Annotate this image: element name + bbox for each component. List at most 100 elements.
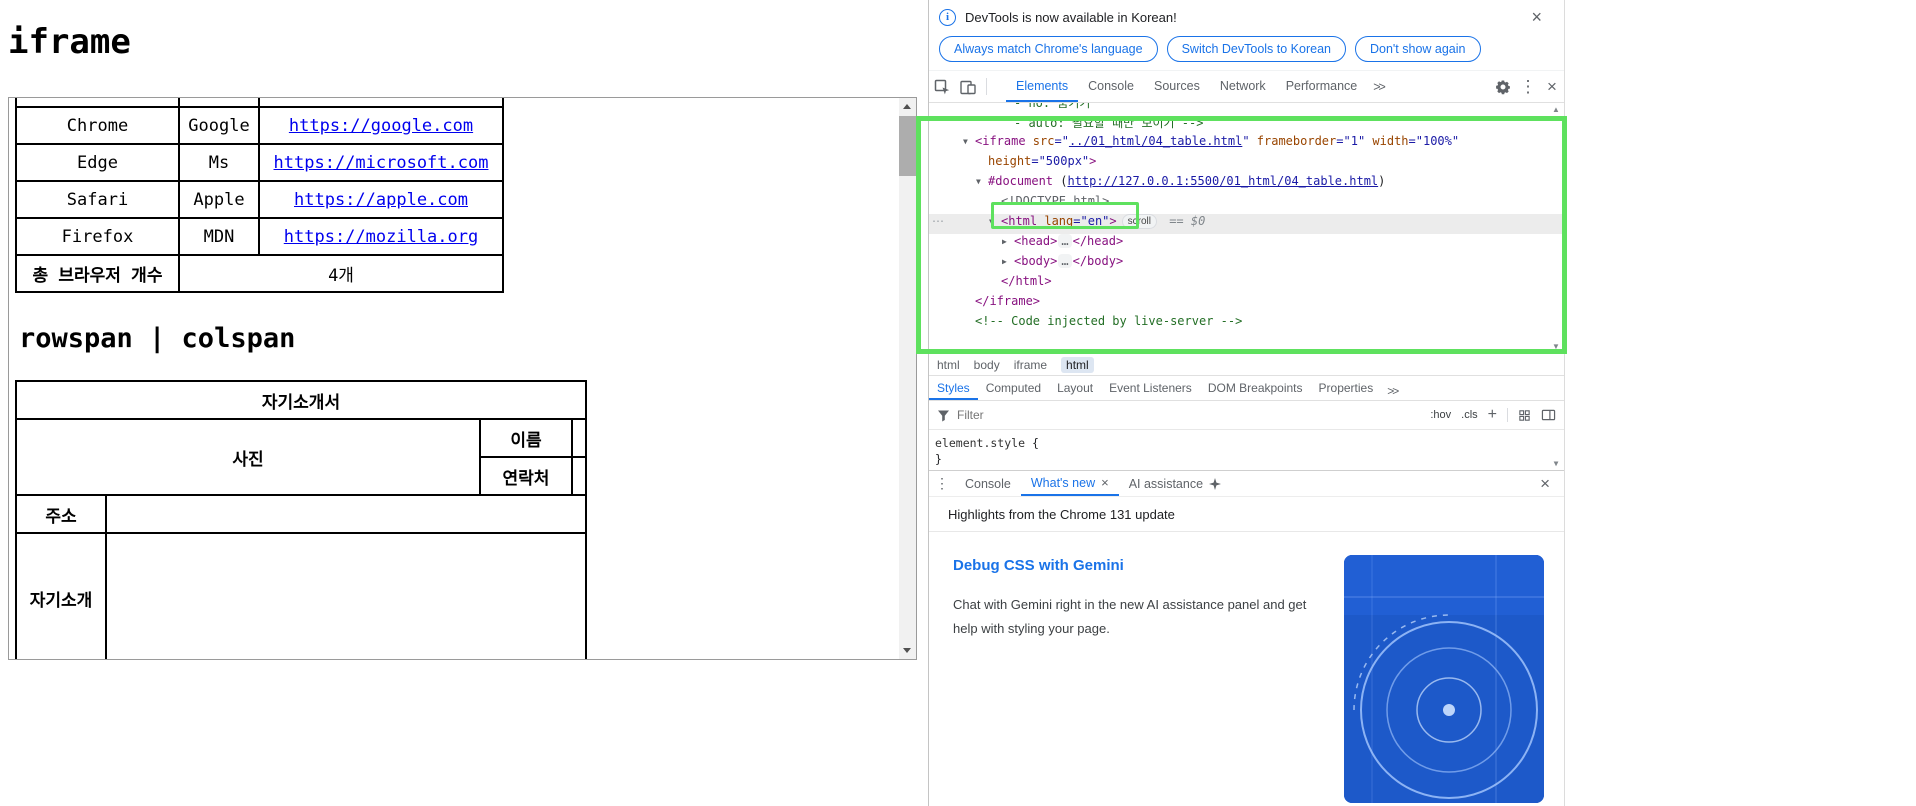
code-token: > — [1089, 154, 1097, 168]
browser-link[interactable]: https://microsoft.com — [274, 153, 489, 173]
browser-table-body: Chrome Google https://google.com Edge Ms http… — [15, 106, 504, 256]
dom-tree-node[interactable]: <!-- Code injected by live-server --> — [929, 314, 1564, 334]
dom-tree-node[interactable]: </iframe> — [929, 294, 1564, 314]
menu-kebab-icon[interactable]: ⋮ — [1516, 77, 1540, 97]
infobar-close-icon[interactable]: × — [1531, 8, 1542, 26]
breadcrumb-item[interactable]: html — [937, 358, 960, 372]
breadcrumb: html body iframe html — [929, 353, 1564, 375]
banner-button[interactable]: Don't show again — [1354, 36, 1481, 62]
cell-maker: Apple — [178, 180, 260, 219]
banner-button[interactable]: Switch DevTools to Korean — [1166, 36, 1346, 62]
devtools-close-icon[interactable]: × — [1540, 77, 1564, 97]
devtools-panel: i DevTools is now available in Korean! ×… — [928, 0, 1565, 806]
dom-tree-node[interactable]: height="500px"> — [929, 154, 1564, 174]
drawer-tab-label: AI assistance — [1128, 476, 1204, 491]
scrollbar-thumb[interactable] — [899, 116, 916, 176]
dom-tree-node[interactable]: - auto: 필요할 때만 보이기 --> — [929, 114, 1564, 134]
drawer-kebab-icon[interactable]: ⋮ — [929, 471, 955, 496]
resource-link[interactable]: ../01_html/04_table.html — [1069, 134, 1242, 148]
grid-overlay-icon[interactable] — [1518, 409, 1531, 422]
browser-link[interactable]: https://google.com — [289, 116, 473, 136]
close-icon[interactable]: × — [1101, 475, 1109, 490]
dom-tree-node[interactable]: <!DOCTYPE html> — [929, 194, 1564, 214]
dom-tree-node[interactable]: ▼ <iframe src="../01_html/04_table.html" … — [929, 134, 1564, 154]
info-icon: i — [939, 8, 956, 26]
expand-arrow-icon[interactable]: ▶ — [1002, 257, 1014, 266]
cell-name: Safari — [15, 180, 180, 219]
section-heading: rowspan | colspan — [19, 323, 296, 354]
cell-maker: Google — [178, 106, 260, 145]
elements-panel: - no: 숨기기 - auto: 필요할 때만 보이기 --> ▼ <iframe … — [929, 103, 1564, 353]
tab-dom-breakpoints[interactable]: DOM Breakpoints — [1200, 376, 1311, 400]
styles-filter-input[interactable] — [957, 408, 1137, 422]
breadcrumb-item[interactable]: body — [974, 358, 1000, 372]
profile-table: 자기소개서 사진 이름 연락처 주소 자기소개 — [15, 380, 587, 659]
style-selector: element.style — [935, 436, 1026, 450]
dom-tree-node[interactable]: ▶ <body>… </body> — [929, 254, 1564, 274]
node-menu-icon[interactable]: ⋯ — [932, 214, 945, 228]
scroll-up-icon[interactable]: ▲ — [1550, 105, 1562, 114]
expand-arrow-icon[interactable]: ▶ — [1002, 237, 1014, 246]
drawer-tab-console[interactable]: Console — [955, 471, 1021, 496]
expand-arrow-icon[interactable]: ▼ — [976, 177, 988, 186]
breadcrumb-item[interactable]: html — [1061, 356, 1094, 373]
drawer-tab-ai-assistance[interactable]: AI assistance — [1119, 471, 1231, 496]
whats-new-card-title[interactable]: Debug CSS with Gemini — [953, 557, 1124, 574]
banner-button[interactable]: Always match Chrome's language — [939, 36, 1158, 62]
summary-value: 4개 — [178, 254, 504, 293]
iframe-scrollbar[interactable] — [899, 98, 916, 659]
resource-link[interactable]: http://127.0.0.1:5500/01_html/04_table.h… — [1067, 174, 1378, 188]
more-tabs-icon[interactable]: >> — [1367, 72, 1390, 102]
expand-arrow-icon[interactable]: ▼ — [963, 137, 975, 146]
breadcrumb-item[interactable]: iframe — [1014, 358, 1047, 372]
expand-arrow-icon[interactable]: ▼ — [989, 217, 1001, 226]
dom-tree-node[interactable]: ⋯ ▼ <html lang="en"> scroll == $0 — [929, 214, 1564, 234]
tab-performance[interactable]: Performance — [1276, 71, 1368, 102]
toggle-hover-state-button[interactable]: :hov — [1430, 409, 1451, 421]
tab-styles[interactable]: Styles — [929, 376, 978, 400]
styles-scrollbar[interactable]: ▼ — [1550, 432, 1562, 468]
code-token: <!-- Code injected by live-server --> — [975, 314, 1243, 328]
scroll-down-icon[interactable] — [899, 642, 916, 659]
scroll-up-icon[interactable] — [899, 98, 916, 115]
tab-network[interactable]: Network — [1210, 71, 1276, 102]
tab-layout[interactable]: Layout — [1049, 376, 1101, 400]
gemini-thumbnail — [1344, 555, 1544, 803]
device-toolbar-icon[interactable] — [955, 71, 981, 103]
tab-elements[interactable]: Elements — [1006, 71, 1079, 102]
computed-sidebar-toggle-icon[interactable] — [1541, 408, 1556, 422]
tab-properties[interactable]: Properties — [1311, 376, 1382, 400]
name-cell: 이름 — [479, 418, 573, 458]
elements-scrollbar[interactable]: ▲ ▼ — [1550, 105, 1562, 351]
dom-tree-node[interactable]: ▶ <head>… </head> — [929, 234, 1564, 254]
summary-row: 총 브라우저 개수 4개 — [15, 254, 504, 293]
dom-tree-node[interactable]: - no: 숨기기 — [929, 103, 1564, 114]
cell-url: https://google.com — [258, 106, 504, 145]
code-token: scroll — [1121, 214, 1157, 229]
contact-cell: 연락처 — [479, 456, 573, 496]
new-style-rule-icon[interactable]: + — [1488, 407, 1497, 423]
whats-new-panel: Highlights from the Chrome 131 update De… — [929, 497, 1564, 806]
drawer-close-icon[interactable]: × — [1540, 471, 1550, 496]
tab-event-listeners[interactable]: Event Listeners — [1101, 376, 1200, 400]
tab-console[interactable]: Console — [1078, 71, 1144, 102]
drawer-tab-what-s-new[interactable]: What's new × — [1020, 471, 1119, 496]
dom-tree-node[interactable]: ▼ #document (http://127.0.0.1:5500/01_htm… — [929, 174, 1564, 194]
code-token: <html — [1001, 214, 1045, 228]
styles-more-tabs-icon[interactable]: >> — [1381, 376, 1403, 400]
toggle-class-button[interactable]: .cls — [1461, 409, 1478, 421]
tab-computed[interactable]: Computed — [978, 376, 1049, 400]
settings-gear-icon[interactable] — [1490, 71, 1516, 103]
dom-tree-node[interactable]: </html> — [929, 274, 1564, 294]
element-style-section[interactable]: element.style { } ▼ — [929, 430, 1564, 470]
browser-link[interactable]: https://apple.com — [294, 190, 468, 210]
code-token: width — [1372, 134, 1409, 148]
code-token: lang — [1044, 214, 1074, 228]
cell-name: Chrome — [15, 106, 180, 145]
code-token: #document — [988, 174, 1054, 188]
scroll-down-icon[interactable]: ▼ — [1550, 459, 1562, 468]
browser-link[interactable]: https://mozilla.org — [284, 227, 478, 247]
inspect-element-icon[interactable] — [929, 71, 955, 103]
scroll-down-icon[interactable]: ▼ — [1550, 342, 1562, 351]
tab-sources[interactable]: Sources — [1144, 71, 1210, 102]
